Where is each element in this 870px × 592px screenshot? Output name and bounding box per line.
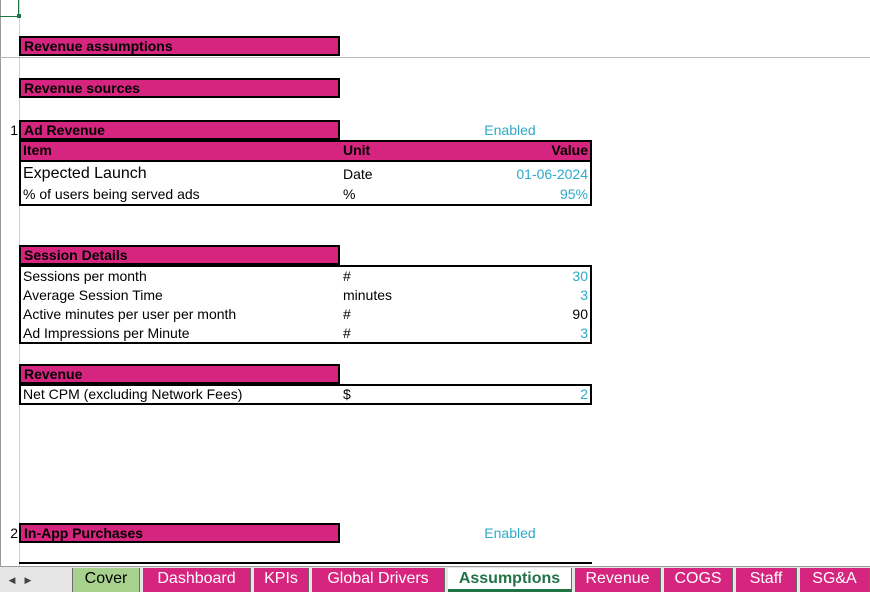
- table-row[interactable]: % of users being served ads % 95%: [21, 186, 590, 203]
- section-header-session-details[interactable]: Session Details: [19, 245, 340, 265]
- row-unit: minutes: [343, 287, 393, 303]
- table-row[interactable]: Net CPM (excluding Network Fees) $ 2: [21, 386, 590, 403]
- section-header-revenue[interactable]: Revenue: [19, 364, 340, 384]
- tab-assumptions[interactable]: Assumptions: [448, 568, 572, 592]
- table-header-row: Item Unit Value: [21, 142, 590, 162]
- header-unit: Unit: [343, 142, 371, 158]
- row-item: Average Session Time: [23, 287, 163, 303]
- frozen-pane-line: [0, 57, 870, 58]
- row-unit: #: [343, 268, 351, 284]
- session-details-table: Sessions per month # 30 Average Session …: [19, 265, 592, 344]
- table-top-border: [19, 562, 592, 564]
- header-value: Value: [551, 142, 588, 158]
- row-value[interactable]: 3: [580, 286, 588, 305]
- row-unit: #: [343, 325, 351, 341]
- row-unit: Date: [343, 166, 373, 182]
- tab-sga[interactable]: SG&A: [800, 568, 870, 592]
- tab-staff[interactable]: Staff: [736, 568, 797, 592]
- row-item: Ad Impressions per Minute: [23, 325, 190, 341]
- table-row[interactable]: Expected Launch Date 01-06-2024: [21, 162, 590, 186]
- tab-kpis[interactable]: KPIs: [254, 568, 309, 592]
- sheet-left-edge: [0, 0, 1, 566]
- tab-revenue[interactable]: Revenue: [575, 568, 661, 592]
- row-value[interactable]: 90: [572, 305, 588, 324]
- table-row[interactable]: Sessions per month # 30: [21, 267, 590, 286]
- section-number-ad-revenue: 1: [10, 122, 18, 138]
- row-item: Expected Launch: [23, 165, 147, 182]
- row-value[interactable]: 3: [580, 324, 588, 343]
- launch-table: Item Unit Value Expected Launch Date 01-…: [19, 140, 592, 206]
- row-value[interactable]: 95%: [560, 186, 588, 203]
- tab-cogs[interactable]: COGS: [664, 568, 733, 592]
- row-item: % of users being served ads: [23, 186, 200, 202]
- row-item: Sessions per month: [23, 268, 147, 284]
- table-row[interactable]: Average Session Time minutes 3: [21, 286, 590, 305]
- next-sheet-icon[interactable]: ▶: [18, 568, 38, 592]
- ad-revenue-status[interactable]: Enabled: [440, 120, 580, 140]
- row-unit: %: [343, 186, 356, 202]
- section-header-in-app-purchases[interactable]: In-App Purchases: [19, 523, 340, 543]
- row-item: Net CPM (excluding Network Fees): [23, 386, 243, 402]
- fill-handle[interactable]: [17, 14, 21, 18]
- revenue-table: Net CPM (excluding Network Fees) $ 2: [19, 384, 592, 405]
- section-header-ad-revenue[interactable]: Ad Revenue: [19, 120, 340, 140]
- row-value[interactable]: 01-06-2024: [516, 162, 588, 186]
- row-unit: #: [343, 306, 351, 322]
- tab-cover[interactable]: Cover: [72, 568, 140, 592]
- table-row[interactable]: Ad Impressions per Minute # 3: [21, 324, 590, 343]
- tab-dashboard[interactable]: Dashboard: [143, 568, 251, 592]
- table-row[interactable]: Active minutes per user per month # 90: [21, 305, 590, 324]
- header-item: Item: [23, 142, 52, 158]
- section-header-revenue-sources[interactable]: Revenue sources: [19, 78, 340, 98]
- tab-global-drivers[interactable]: Global Drivers: [312, 568, 445, 592]
- row-value[interactable]: 30: [572, 267, 588, 286]
- row-unit: $: [343, 386, 351, 402]
- row-item: Active minutes per user per month: [23, 306, 237, 322]
- row-value[interactable]: 2: [580, 386, 588, 403]
- sheet-tab-bar: ◀ ▶ Cover Dashboard KPIs Global Drivers …: [0, 566, 870, 592]
- section-header-revenue-assumptions[interactable]: Revenue assumptions: [19, 36, 340, 56]
- in-app-status[interactable]: Enabled: [440, 523, 580, 543]
- section-number-in-app: 2: [10, 525, 18, 541]
